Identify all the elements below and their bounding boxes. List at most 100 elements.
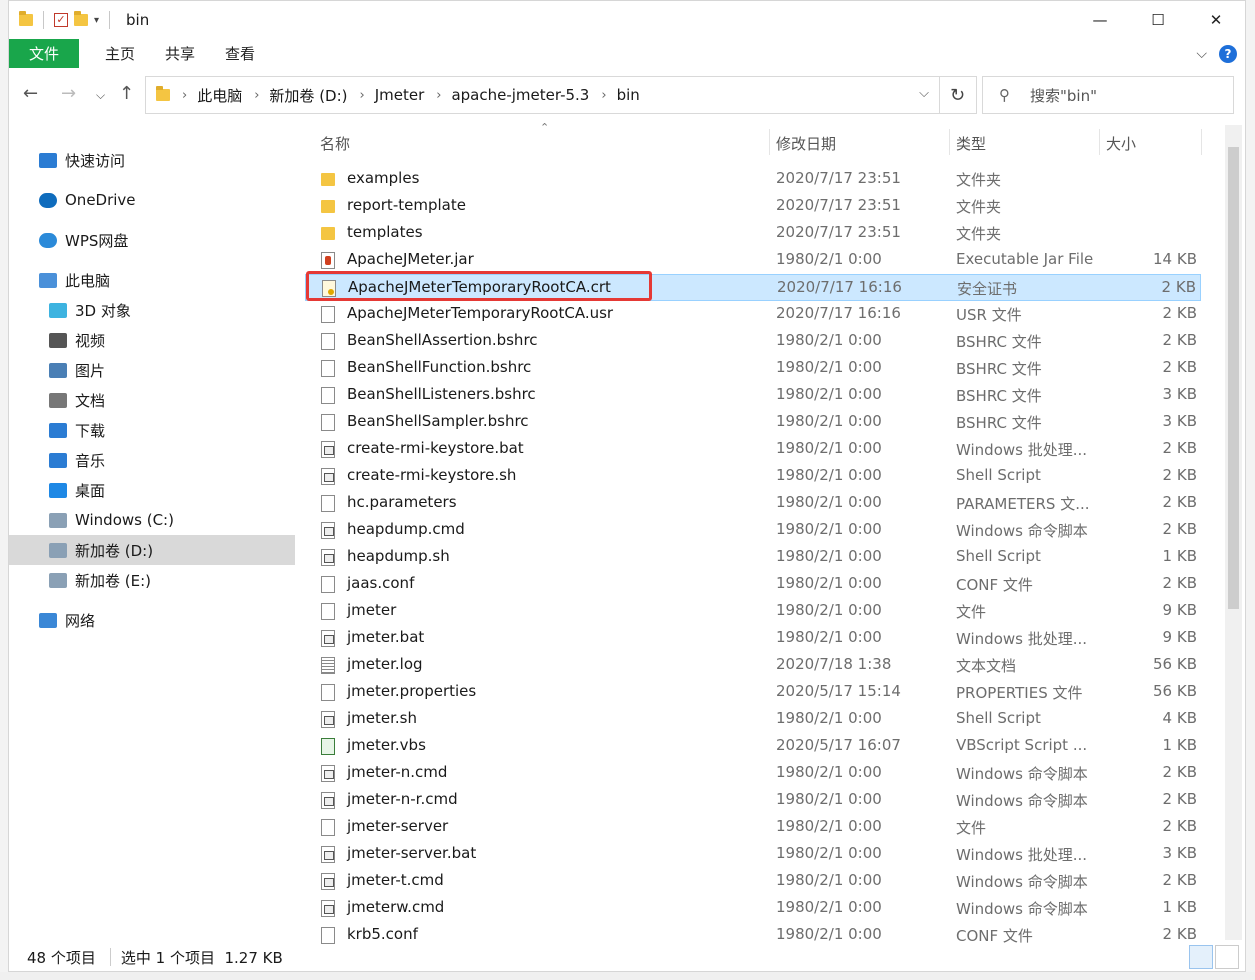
file-name: jmeter-n.cmd (347, 763, 448, 781)
nav-item[interactable]: WPS网盘 (9, 225, 295, 255)
help-icon[interactable]: ? (1219, 45, 1237, 63)
chevron-right-icon[interactable]: › (360, 88, 365, 103)
close-button[interactable]: ✕ (1187, 1, 1245, 39)
chevron-right-icon[interactable]: › (254, 88, 259, 103)
tab-share[interactable]: 共享 (165, 43, 195, 64)
drive-icon (49, 512, 67, 528)
file-row[interactable]: jmeterw.cmd 1980/2/1 0:00 Windows 命令脚本 1 KB (305, 895, 1201, 922)
file-row[interactable]: BeanShellListeners.bshrc 1980/2/1 0:00 BSH… (305, 382, 1201, 409)
status-bar: 48 个项目 选中 1 个项目 1.27 KB (9, 941, 1245, 973)
forward-arrow-icon[interactable]: → (61, 83, 76, 104)
file-row[interactable]: jmeter.bat 1980/2/1 0:00 Windows 批处理... 9 K… (305, 625, 1201, 652)
nav-item[interactable]: 3D 对象 (9, 295, 295, 325)
nav-item[interactable]: 文档 (9, 385, 295, 415)
column-header-type[interactable]: 类型 (956, 133, 986, 154)
file-type: Windows 命令脚本 (956, 765, 1088, 783)
details-view-icon[interactable] (1189, 945, 1213, 969)
nav-item[interactable]: 音乐 (9, 445, 295, 475)
breadcrumb-drive-d[interactable]: 新加卷 (D:) (269, 85, 347, 106)
address-bar[interactable]: › 此电脑 › 新加卷 (D:) › Jmeter › apache-jmete… (145, 76, 940, 114)
expand-ribbon-chevron-icon[interactable]: ⌵ (1196, 46, 1207, 62)
back-arrow-icon[interactable]: ← (23, 83, 38, 104)
nav-item[interactable]: 快速访问 (9, 145, 295, 175)
nav-item[interactable]: 网络 (9, 605, 295, 635)
file-row[interactable]: jaas.conf 1980/2/1 0:00 CONF 文件 2 KB (305, 571, 1201, 598)
nav-item[interactable]: 图片 (9, 355, 295, 385)
file-type: Windows 命令脚本 (956, 873, 1088, 891)
nav-item[interactable]: 此电脑 (9, 265, 295, 295)
chevron-right-icon[interactable]: › (436, 88, 441, 103)
vertical-scrollbar[interactable] (1225, 125, 1242, 940)
breadcrumb-jmeter[interactable]: Jmeter (375, 86, 425, 104)
text-file-icon (321, 657, 335, 674)
column-header-date[interactable]: 修改日期 (776, 133, 836, 154)
nav-item[interactable]: Windows (C:) (9, 505, 295, 535)
breadcrumb-apache-jmeter[interactable]: apache-jmeter-5.3 (451, 86, 589, 104)
column-divider[interactable] (769, 129, 770, 155)
up-arrow-icon[interactable]: ↑ (119, 83, 134, 104)
file-row[interactable]: hc.parameters 1980/2/1 0:00 PARAMETERS 文..… (305, 490, 1201, 517)
maximize-button[interactable]: ☐ (1129, 1, 1187, 39)
file-row[interactable]: create-rmi-keystore.bat 1980/2/1 0:00 Wind… (305, 436, 1201, 463)
file-size: 1 KB (1162, 898, 1197, 916)
tab-view[interactable]: 查看 (225, 43, 255, 64)
file-row[interactable]: jmeter.sh 1980/2/1 0:00 Shell Script 4 KB (305, 706, 1201, 733)
file-row[interactable]: report-template 2020/7/17 23:51 文件夹 (305, 193, 1201, 220)
tab-file[interactable]: 文件 (9, 39, 79, 68)
nav-item[interactable]: 桌面 (9, 475, 295, 505)
file-size: 2 KB (1162, 574, 1197, 592)
file-row[interactable]: jmeter-t.cmd 1980/2/1 0:00 Windows 命令脚本 2 K… (305, 868, 1201, 895)
highlight-box (306, 271, 652, 301)
file-row[interactable]: jmeter-n.cmd 1980/2/1 0:00 Windows 命令脚本 2 K… (305, 760, 1201, 787)
new-folder-icon[interactable] (74, 11, 88, 26)
file-row[interactable]: heapdump.sh 1980/2/1 0:00 Shell Script 1 KB (305, 544, 1201, 571)
nav-item[interactable]: OneDrive (9, 185, 295, 215)
file-name: ApacheJMeter.jar (347, 250, 474, 268)
scrollbar-thumb[interactable] (1228, 147, 1239, 609)
breadcrumb-this-pc[interactable]: 此电脑 (197, 85, 242, 106)
script-file-icon (321, 468, 335, 485)
properties-check-icon[interactable]: ✓ (54, 13, 68, 27)
refresh-button[interactable]: ↻ (939, 76, 977, 114)
breadcrumb-bin[interactable]: bin (617, 86, 640, 104)
folder-icon[interactable] (19, 11, 33, 26)
recent-locations-chevron-icon[interactable]: ⌵ (96, 88, 105, 103)
search-box[interactable]: ⚲ 搜索"bin" (982, 76, 1234, 114)
chevron-right-icon[interactable]: › (601, 88, 606, 103)
nav-item[interactable]: 新加卷 (D:) (9, 535, 295, 565)
column-divider[interactable] (1201, 129, 1202, 155)
file-row[interactable]: jmeter-n-r.cmd 1980/2/1 0:00 Windows 命令脚本 2… (305, 787, 1201, 814)
file-row[interactable]: jmeter.vbs 2020/5/17 16:07 VBScript Script… (305, 733, 1201, 760)
file-date: 2020/7/17 23:51 (776, 169, 901, 187)
file-row[interactable]: jmeter 1980/2/1 0:00 文件 9 KB (305, 598, 1201, 625)
file-size: 3 KB (1162, 385, 1197, 403)
file-row[interactable]: BeanShellSampler.bshrc 1980/2/1 0:00 BSHRC… (305, 409, 1201, 436)
file-row[interactable]: jmeter.log 2020/7/18 1:38 文本文档 56 KB (305, 652, 1201, 679)
file-row[interactable]: jmeter-server.bat 1980/2/1 0:00 Windows 批处… (305, 841, 1201, 868)
file-row[interactable]: ApacheJMeterTemporaryRootCA.usr 2020/7/17… (305, 301, 1201, 328)
nav-item[interactable]: 下载 (9, 415, 295, 445)
file-row[interactable]: templates 2020/7/17 23:51 文件夹 (305, 220, 1201, 247)
nav-item[interactable]: 视频 (9, 325, 295, 355)
column-divider[interactable] (949, 129, 950, 155)
column-header-name[interactable]: 名称 (320, 133, 350, 154)
column-divider[interactable] (1099, 129, 1100, 155)
customize-toolbar-dropdown-icon[interactable]: ▾ (94, 15, 99, 26)
nav-item[interactable]: 新加卷 (E:) (9, 565, 295, 595)
file-row[interactable]: ApacheJMeter.jar 1980/2/1 0:00 Executable … (305, 247, 1201, 274)
file-row[interactable]: jmeter-server 1980/2/1 0:00 文件 2 KB (305, 814, 1201, 841)
file-type: 安全证书 (957, 280, 1018, 298)
file-row[interactable]: create-rmi-keystore.sh 1980/2/1 0:00 Shell… (305, 463, 1201, 490)
file-row[interactable]: heapdump.cmd 1980/2/1 0:00 Windows 命令脚本 2 K… (305, 517, 1201, 544)
column-header-size[interactable]: 大小 (1106, 133, 1136, 154)
file-row[interactable]: BeanShellAssertion.bshrc 1980/2/1 0:00 BSH… (305, 328, 1201, 355)
large-icons-view-icon[interactable] (1215, 945, 1239, 969)
address-history-chevron-icon[interactable]: ⌵ (919, 86, 929, 101)
file-row[interactable]: jmeter.properties 2020/5/17 15:14 PROPERTI… (305, 679, 1201, 706)
minimize-button[interactable]: — (1071, 1, 1129, 39)
file-row[interactable]: examples 2020/7/17 23:51 文件夹 (305, 166, 1201, 193)
file-name: jmeter.properties (347, 682, 477, 700)
chevron-right-icon[interactable]: › (182, 88, 187, 103)
file-row[interactable]: BeanShellFunction.bshrc 1980/2/1 0:00 BSHR… (305, 355, 1201, 382)
tab-home[interactable]: 主页 (105, 43, 135, 64)
